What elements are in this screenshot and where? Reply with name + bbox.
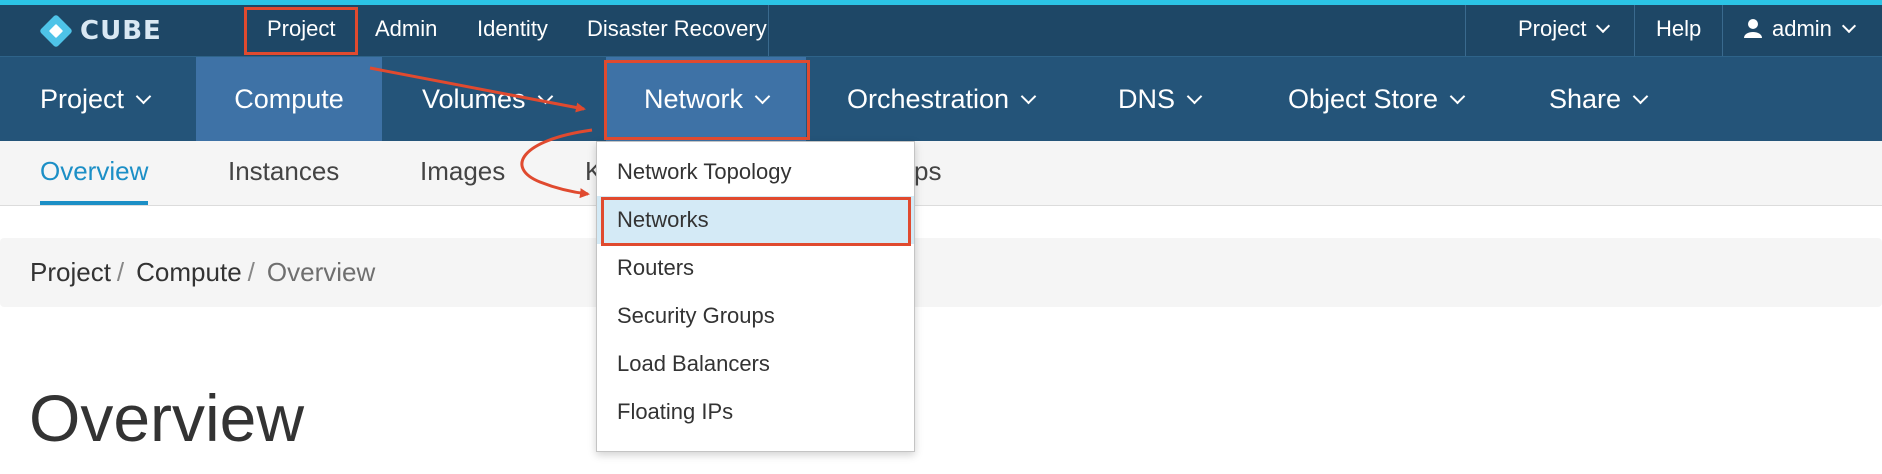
arrow-project-to-network xyxy=(369,66,586,113)
arrow-network-to-networks xyxy=(520,128,593,199)
annotation-arrows xyxy=(369,66,593,199)
